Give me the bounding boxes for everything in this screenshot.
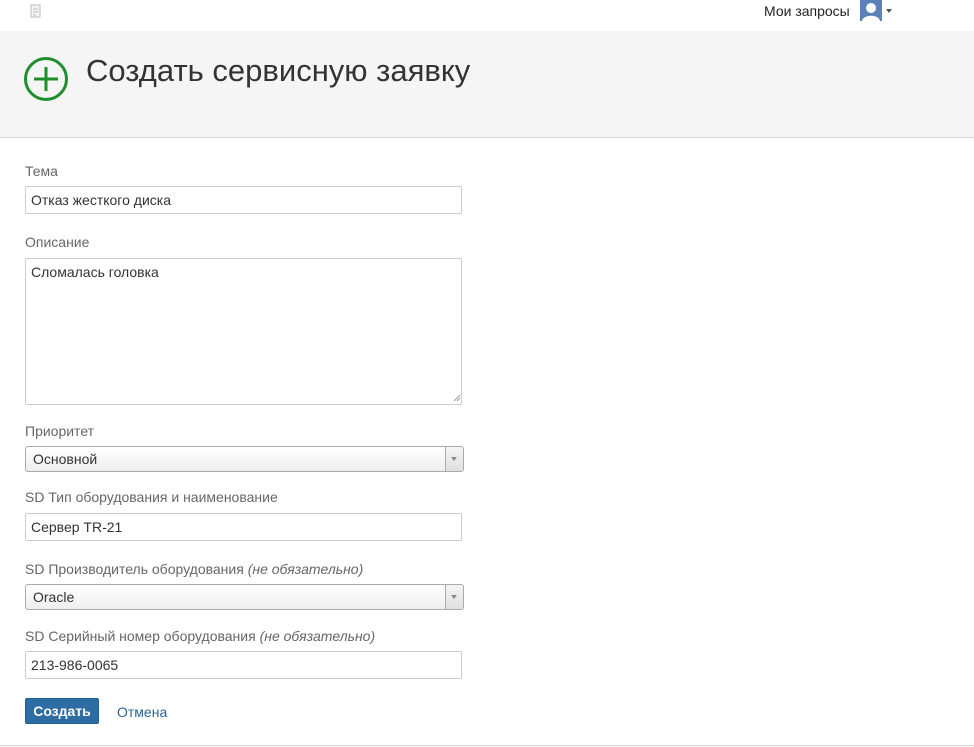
equipment-type-input[interactable] [25,513,462,541]
priority-select-value: Основной [33,451,98,467]
resize-grip-icon[interactable] [452,393,461,402]
page-title: Создать сервисную заявку [86,53,471,88]
cancel-link[interactable]: Отмена [117,703,167,721]
serial-number-input[interactable] [25,651,462,679]
serial-number-label-text: SD Серийный номер оборудования [25,628,256,644]
chevron-down-icon [451,595,457,599]
my-requests-link[interactable]: Мои запросы [764,2,850,20]
plus-circle-icon [24,57,68,101]
top-bar: Мои запросы [0,0,974,31]
priority-dropdown-toggle[interactable] [445,447,463,471]
serial-number-label: SD Серийный номер оборудования (не обяза… [25,627,375,645]
create-button[interactable]: Создать [25,698,99,724]
optional-note: (не обязательно) [247,561,364,577]
document-icon[interactable] [30,4,42,18]
chevron-down-icon [451,457,457,461]
manufacturer-select[interactable]: Oracle [25,584,464,610]
manufacturer-select-value: Oracle [33,589,75,605]
manufacturer-label: SD Производитель оборудования (не обязат… [25,560,363,578]
footer-divider [0,745,974,746]
manufacturer-label-text: SD Производитель оборудования [25,561,244,577]
subject-input[interactable] [25,186,462,214]
chevron-down-icon[interactable] [886,9,892,13]
description-label: Описание [25,234,90,250]
equipment-type-label: SD Тип оборудования и наименование [25,489,278,505]
description-textarea[interactable]: Сломалась головка [25,258,462,405]
user-avatar-icon[interactable] [860,0,882,21]
page-header: Создать сервисную заявку [0,31,974,138]
priority-label: Приоритет [25,423,95,439]
optional-note: (не обязательно) [259,628,376,644]
priority-select[interactable]: Основной [25,446,464,472]
subject-label: Тема [25,163,58,179]
manufacturer-dropdown-toggle[interactable] [445,585,463,609]
